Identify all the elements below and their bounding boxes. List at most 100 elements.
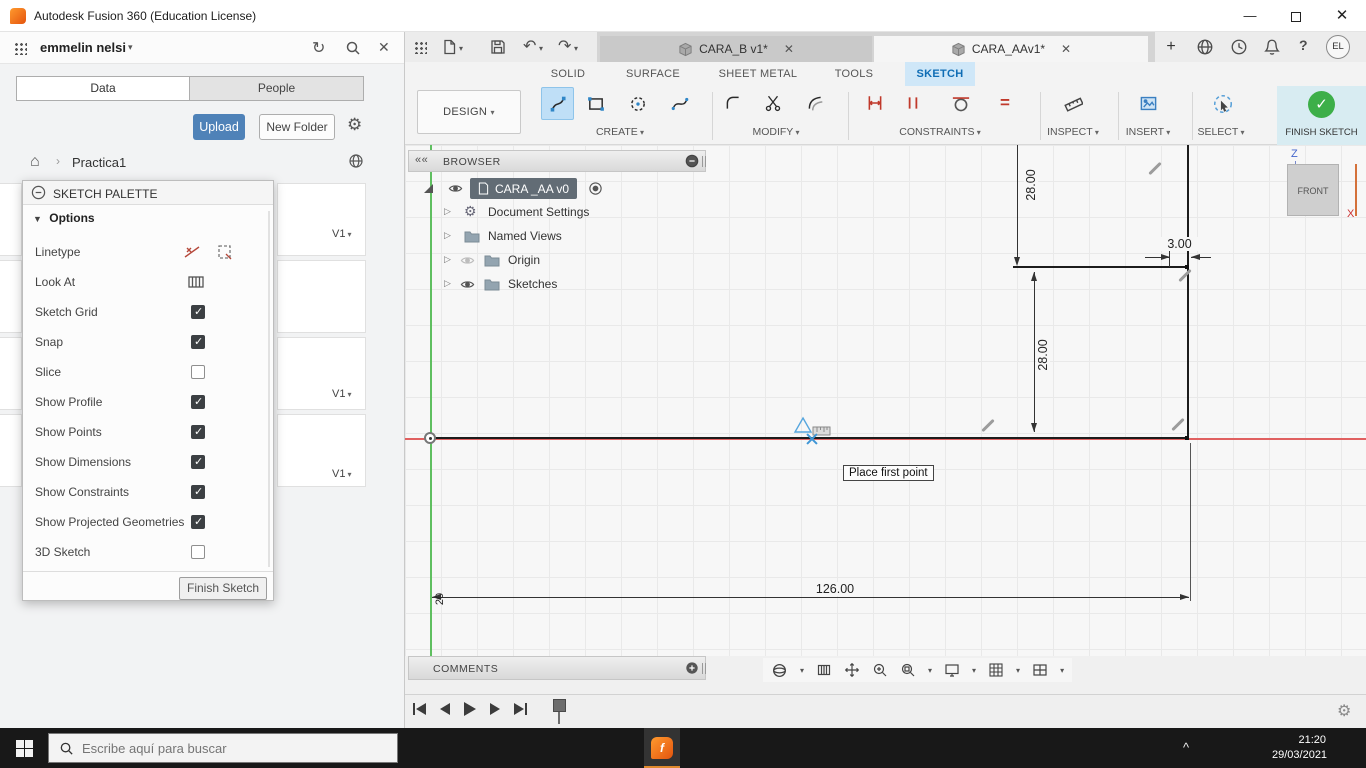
slice-checkbox[interactable] <box>191 365 205 379</box>
document-tab-cara-b[interactable]: CARA_B v1* ✕ <box>600 36 872 62</box>
display-caret-icon[interactable]: ▾ <box>972 666 976 675</box>
tab-sketch[interactable]: SKETCH <box>905 62 975 86</box>
offset-tool[interactable] <box>800 88 830 118</box>
orbit-icon[interactable] <box>771 662 788 679</box>
panel-grip[interactable] <box>702 156 703 167</box>
tab-solid[interactable]: SOLID <box>538 62 598 86</box>
fusion-360-taskbar-button[interactable]: f <box>644 728 680 768</box>
panel-grip[interactable] <box>702 663 703 674</box>
version-thumbnail[interactable] <box>277 183 366 256</box>
extensions-globe-icon[interactable] <box>1196 38 1214 56</box>
show-profile-checkbox[interactable] <box>191 395 205 409</box>
snap-checkbox[interactable] <box>191 335 205 349</box>
viewcube-front-face[interactable]: FRONT <box>1287 164 1339 216</box>
modify-group-label[interactable]: MODIFY <box>716 126 836 142</box>
notifications-bell-icon[interactable] <box>1263 38 1281 56</box>
close-tab-icon[interactable]: ✕ <box>784 42 794 56</box>
version-thumbnail[interactable] <box>0 337 22 410</box>
help-icon[interactable]: ? <box>1299 37 1308 53</box>
collapse-browser-icon[interactable]: «« <box>415 154 428 166</box>
version-badge[interactable]: V1 <box>330 468 354 480</box>
user-menu-caret-icon[interactable]: ▾ <box>128 42 133 53</box>
save-icon[interactable] <box>490 39 506 55</box>
new-design-icon[interactable] <box>442 39 457 55</box>
visibility-off-eye-icon[interactable] <box>460 254 475 267</box>
refresh-icon[interactable]: ↻ <box>312 38 325 58</box>
trim-tool[interactable] <box>758 88 788 118</box>
orbit-caret-icon[interactable]: ▾ <box>800 666 804 675</box>
look-at-icon[interactable] <box>816 662 832 678</box>
taskbar-clock[interactable]: 21:20 29/03/2021 <box>1272 733 1327 763</box>
start-button[interactable] <box>16 740 33 757</box>
expand-caret-icon[interactable]: ▷ <box>444 230 451 241</box>
selected-component-chip[interactable]: CARA _AA v0 <box>470 178 578 199</box>
rectangle-tool[interactable] <box>579 87 612 120</box>
browser-minimize-icon[interactable] <box>685 154 699 168</box>
show-points-checkbox[interactable] <box>191 425 205 439</box>
expand-caret-icon[interactable]: ▷ <box>444 206 451 217</box>
app-grid-icon[interactable] <box>414 41 427 54</box>
expand-caret-icon[interactable]: ▷ <box>444 254 451 265</box>
dimension-label[interactable]: 20 <box>434 586 446 612</box>
circle-tool[interactable] <box>621 87 654 120</box>
activate-radio-icon[interactable] <box>588 181 603 196</box>
minimize-button[interactable]: — <box>1227 0 1273 32</box>
workspace-selector[interactable]: DESIGN ▾ <box>417 90 521 134</box>
timeline-play-button[interactable] <box>464 702 476 716</box>
new-tab-button[interactable]: + <box>1160 36 1182 58</box>
show-projected-geometries-checkbox[interactable] <box>191 515 205 529</box>
add-comment-icon[interactable] <box>685 661 699 675</box>
tray-chevron-up-icon[interactable]: ^ <box>1183 740 1189 755</box>
upload-button[interactable]: Upload <box>193 114 245 140</box>
tangent-constraint-icon[interactable] <box>944 86 978 120</box>
finish-sketch-zone[interactable]: ✓ FINISH SKETCH <box>1277 86 1366 145</box>
line-tool[interactable] <box>541 87 574 120</box>
display-settings-icon[interactable] <box>944 662 960 678</box>
timeline-position-marker[interactable] <box>553 699 566 724</box>
fillet-tool[interactable] <box>718 88 748 118</box>
timeline-skip-end-button[interactable] <box>514 703 527 715</box>
home-icon[interactable]: ⌂ <box>30 153 40 171</box>
tab-surface[interactable]: SURFACE <box>608 62 698 86</box>
close-panel-icon[interactable]: ✕ <box>378 39 390 56</box>
sketch-line[interactable] <box>1187 266 1189 439</box>
project-name[interactable]: Practica1 <box>72 155 126 170</box>
viewports-icon[interactable] <box>1032 662 1048 678</box>
version-badge[interactable]: V1 <box>330 228 354 240</box>
tab-tools[interactable]: TOOLS <box>818 62 890 86</box>
timeline-step-back-button[interactable] <box>440 703 450 715</box>
search-icon[interactable] <box>345 40 361 56</box>
view-cube[interactable]: Z FRONT X <box>1265 148 1365 233</box>
comments-panel-header[interactable]: COMMENTS <box>408 656 706 680</box>
new-design-caret-icon[interactable]: ▾ <box>459 44 463 53</box>
user-avatar[interactable]: EL <box>1326 35 1350 59</box>
version-badge[interactable]: V1 <box>330 388 354 400</box>
version-thumbnail[interactable] <box>0 414 22 487</box>
document-tab-cara-aa[interactable]: CARA_AAv1* ✕ <box>874 36 1148 62</box>
origin-point[interactable] <box>424 432 436 444</box>
browser-item-origin[interactable]: ▷ Origin <box>408 250 706 272</box>
spline-tool[interactable] <box>663 87 696 120</box>
dimension-label[interactable]: 126.00 <box>805 582 865 596</box>
options-section-header[interactable]: ▼ Options <box>33 211 95 225</box>
browser-item-document-settings[interactable]: ▷ ⚙ Document Settings <box>408 202 706 224</box>
undo-caret-icon[interactable]: ▾ <box>539 44 543 53</box>
measure-tool[interactable] <box>1058 88 1088 118</box>
timeline-step-forward-button[interactable] <box>490 703 500 715</box>
undo-icon[interactable]: ↶ <box>523 36 536 56</box>
timeline-settings-gear-icon[interactable]: ⚙ <box>1337 701 1351 721</box>
insert-image-tool[interactable] <box>1133 88 1163 118</box>
browser-panel-header[interactable]: «« BROWSER <box>408 150 706 172</box>
timeline-skip-start-button[interactable] <box>413 703 426 715</box>
taskbar-search-box[interactable] <box>48 733 398 763</box>
redo-caret-icon[interactable]: ▾ <box>574 44 578 53</box>
create-group-label[interactable]: CREATE <box>560 126 680 142</box>
browser-item-named-views[interactable]: ▷ Named Views <box>408 226 706 248</box>
sketch-palette-header[interactable]: SKETCH PALETTE <box>23 181 273 205</box>
dimension-label[interactable]: 28.00 <box>1024 165 1038 205</box>
viewports-caret-icon[interactable]: ▾ <box>1060 666 1064 675</box>
search-input[interactable] <box>82 740 362 756</box>
3d-sketch-checkbox[interactable] <box>191 545 205 559</box>
show-constraints-checkbox[interactable] <box>191 485 205 499</box>
collapse-palette-icon[interactable] <box>31 185 46 200</box>
